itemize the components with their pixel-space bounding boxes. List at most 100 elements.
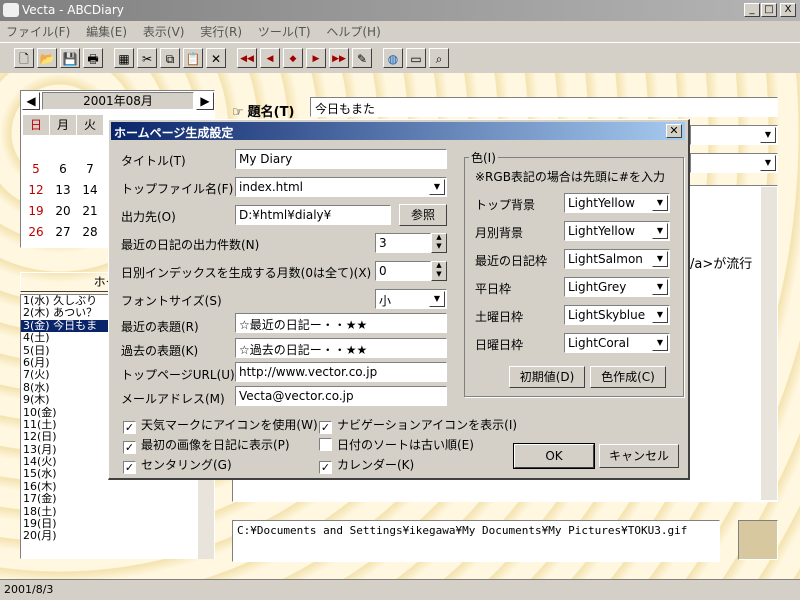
chevron-down-icon[interactable]: ▼ bbox=[652, 251, 668, 267]
mail-field[interactable]: Vecta@vector.co.jp bbox=[235, 386, 447, 406]
card-icon[interactable]: ▭ bbox=[406, 48, 426, 68]
image-path-field[interactable]: C:¥Documents and Settings¥ikegawa¥My Doc… bbox=[232, 520, 720, 562]
menu-edit[interactable]: 編集(E) bbox=[80, 21, 133, 42]
font-size-select[interactable]: 小 ▼ bbox=[375, 289, 447, 309]
window-title: Vecta - ABCDiary bbox=[22, 3, 124, 17]
prev-month-icon[interactable]: ◀ bbox=[22, 92, 40, 110]
list-item[interactable]: 17(金) bbox=[21, 492, 214, 505]
calendar-day[interactable]: 14 bbox=[77, 180, 103, 200]
pointing-hand-icon: ☞ bbox=[232, 105, 244, 120]
output-field[interactable]: D:¥html¥dialy¥ bbox=[235, 205, 391, 225]
print-icon[interactable]: 🖶 bbox=[83, 48, 103, 68]
color-select-weekday-frame[interactable]: LightGrey ▼ bbox=[564, 277, 670, 297]
editor-scrollbar[interactable] bbox=[761, 187, 777, 500]
title-field[interactable]: My Diary bbox=[235, 149, 447, 169]
past-title-field[interactable]: ☆過去の日記ー・・★★ bbox=[235, 338, 447, 358]
delete-icon[interactable]: ✕ bbox=[206, 48, 226, 68]
globe-icon[interactable]: ◍ bbox=[383, 48, 403, 68]
checkbox-checked-icon[interactable]: ✓ bbox=[319, 421, 332, 434]
browse-button[interactable]: 参照 bbox=[399, 204, 447, 226]
next-entry-icon[interactable]: ▶ bbox=[306, 48, 326, 68]
last-entry-icon[interactable]: ▶▶ bbox=[329, 48, 349, 68]
close-button[interactable]: X bbox=[780, 3, 796, 17]
checkbox-checked-icon[interactable]: ✓ bbox=[123, 421, 136, 434]
default-colors-button[interactable]: 初期値(D) bbox=[509, 366, 585, 388]
cancel-button[interactable]: キャンセル bbox=[599, 444, 679, 468]
image-icon[interactable]: ▦ bbox=[114, 48, 134, 68]
chevron-down-icon[interactable]: ▼ bbox=[760, 127, 776, 143]
ok-button[interactable]: OK bbox=[513, 443, 595, 469]
checkbox-checked-icon[interactable]: ✓ bbox=[123, 461, 136, 474]
edit-icon[interactable]: ✎ bbox=[352, 48, 372, 68]
calendar-day[interactable]: 20 bbox=[50, 201, 76, 221]
calendar-header: ◀ 2001年08月 ▶ bbox=[22, 91, 214, 111]
calendar-day[interactable]: 19 bbox=[23, 201, 49, 221]
chevron-down-icon[interactable]: ▼ bbox=[760, 155, 776, 171]
chevron-down-icon[interactable]: ▼ bbox=[652, 223, 668, 239]
recent-title-field[interactable]: ☆最近の日記ー・・★★ bbox=[235, 313, 447, 333]
dialog-title-bar: ホームページ生成設定 ✕ bbox=[111, 122, 685, 140]
date-sort-checkbox[interactable]: 日付のソートは古い順(E) bbox=[319, 436, 474, 453]
menu-bar: ファイル(F) 編集(E) 表示(V) 実行(R) ツール(T) ヘルプ(H) bbox=[0, 21, 800, 40]
copy-icon[interactable]: ⧉ bbox=[160, 48, 180, 68]
topfile-select[interactable]: index.html ▼ bbox=[235, 177, 447, 197]
color-select-top-bg[interactable]: LightYellow ▼ bbox=[564, 193, 670, 213]
chevron-down-icon[interactable]: ▼ bbox=[429, 179, 445, 195]
color-select-sunday-frame[interactable]: LightCoral ▼ bbox=[564, 333, 670, 353]
menu-run[interactable]: 実行(R) bbox=[194, 21, 248, 42]
nav-icon-checkbox[interactable]: ✓ ナビゲーションアイコンを表示(I) bbox=[319, 416, 517, 434]
minimize-button[interactable]: _ bbox=[744, 3, 760, 17]
checkbox-unchecked-icon[interactable] bbox=[319, 438, 332, 451]
prev-entry-icon[interactable]: ◀ bbox=[260, 48, 280, 68]
create-color-button[interactable]: 色作成(C) bbox=[590, 366, 666, 388]
months-field[interactable]: 0 bbox=[375, 261, 431, 281]
chevron-down-icon[interactable]: ▼ bbox=[652, 195, 668, 211]
checkbox-checked-icon[interactable]: ✓ bbox=[319, 461, 332, 474]
cut-icon[interactable]: ✂ bbox=[137, 48, 157, 68]
recent-count-spinner[interactable]: ▲ ▼ bbox=[431, 233, 447, 253]
calendar-day[interactable]: 5 bbox=[23, 159, 49, 179]
list-item[interactable]: 20(月) bbox=[21, 530, 214, 543]
color-label: 日曜日枠 bbox=[475, 338, 524, 352]
chevron-down-icon[interactable]: ▼ bbox=[652, 307, 668, 323]
weather-icon-checkbox[interactable]: ✓ 天気マークにアイコンを使用(W) bbox=[123, 416, 318, 434]
menu-help[interactable]: ヘルプ(H) bbox=[320, 21, 386, 42]
calendar-day[interactable]: 7 bbox=[77, 159, 103, 179]
paste-icon[interactable]: 📋 bbox=[183, 48, 203, 68]
next-month-icon[interactable]: ▶ bbox=[196, 92, 214, 110]
chevron-down-icon[interactable]: ▼ bbox=[429, 291, 445, 307]
save-icon[interactable]: 💾 bbox=[60, 48, 80, 68]
color-select-saturday-frame[interactable]: LightSkyblue ▼ bbox=[564, 305, 670, 325]
color-select-recent-frame[interactable]: LightSalmon ▼ bbox=[564, 249, 670, 269]
current-entry-icon[interactable]: ◆ bbox=[283, 48, 303, 68]
chevron-down-icon[interactable]: ▼ bbox=[652, 279, 668, 295]
new-file-icon[interactable]: 🗋 bbox=[14, 48, 34, 68]
checkbox-checked-icon[interactable]: ✓ bbox=[123, 441, 136, 454]
first-image-checkbox[interactable]: ✓ 最初の画像を日記に表示(P) bbox=[123, 436, 290, 454]
open-folder-icon[interactable]: 📂 bbox=[37, 48, 57, 68]
weather-select[interactable]: ▼ bbox=[690, 125, 778, 145]
calendar-day[interactable]: 21 bbox=[77, 201, 103, 221]
chevron-down-icon[interactable]: ▼ bbox=[652, 335, 668, 351]
calendar-day[interactable]: 12 bbox=[23, 180, 49, 200]
calendar-day[interactable]: 6 bbox=[50, 159, 76, 179]
recent-count-field[interactable]: 3 bbox=[375, 233, 431, 253]
calendar-day[interactable]: 27 bbox=[50, 222, 76, 242]
centering-checkbox[interactable]: ✓ センタリング(G) bbox=[123, 456, 232, 474]
subject-input[interactable]: 今日もまた bbox=[310, 97, 778, 117]
category-select[interactable]: ▼ bbox=[690, 153, 778, 173]
color-select-month-bg[interactable]: LightYellow ▼ bbox=[564, 221, 670, 241]
menu-view[interactable]: 表示(V) bbox=[137, 21, 191, 42]
menu-tools[interactable]: ツール(T) bbox=[252, 21, 317, 42]
calendar-day[interactable]: 13 bbox=[50, 180, 76, 200]
calendar-day[interactable]: 28 bbox=[77, 222, 103, 242]
maximize-button[interactable]: □ bbox=[761, 3, 777, 17]
top-url-field[interactable]: http://www.vector.co.jp bbox=[235, 362, 447, 382]
binoculars-icon[interactable]: ⌕ bbox=[429, 48, 449, 68]
first-entry-icon[interactable]: ◀◀ bbox=[237, 48, 257, 68]
calendar-day[interactable]: 26 bbox=[23, 222, 49, 242]
close-icon[interactable]: ✕ bbox=[666, 124, 682, 138]
menu-file[interactable]: ファイル(F) bbox=[0, 21, 76, 42]
months-spinner[interactable]: ▲ ▼ bbox=[431, 261, 447, 281]
calendar-checkbox[interactable]: ✓ カレンダー(K) bbox=[319, 456, 414, 474]
